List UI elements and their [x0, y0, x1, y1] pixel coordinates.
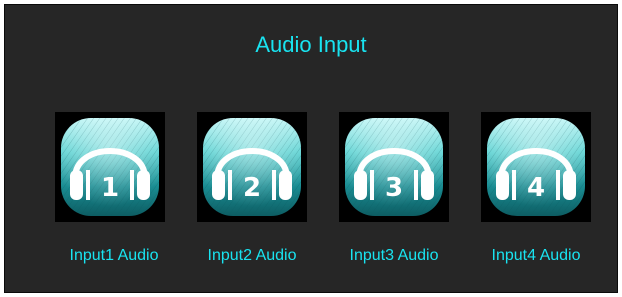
headphones-icon[interactable]: 4: [481, 112, 591, 222]
panel-title: Audio Input: [255, 32, 367, 57]
input3-audio-label[interactable]: Input3 Audio: [325, 246, 463, 266]
input-number: 2: [243, 173, 261, 203]
audio-input-panel: Audio Input 1 Input1 Audio 2 Input2 Audi…: [4, 4, 618, 293]
input-number: 1: [101, 173, 119, 203]
headphones-icon[interactable]: 2: [197, 112, 307, 222]
input2-audio-label[interactable]: Input2 Audio: [183, 246, 321, 266]
headphones-icon[interactable]: 3: [339, 112, 449, 222]
input-number: 3: [385, 173, 403, 203]
input4-audio-label[interactable]: Input4 Audio: [467, 246, 605, 266]
input1-audio-label[interactable]: Input1 Audio: [45, 246, 183, 266]
input-number: 4: [527, 173, 545, 203]
headphones-icon[interactable]: 1: [55, 112, 165, 222]
